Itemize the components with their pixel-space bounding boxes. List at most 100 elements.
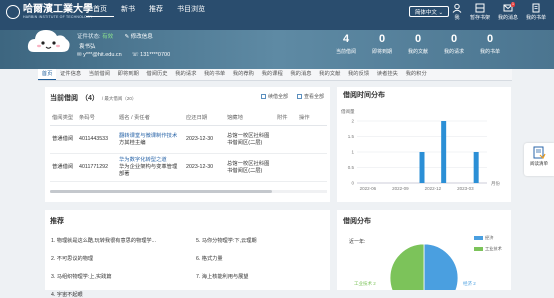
list-item[interactable]: 7. 海上核能利用与展望: [196, 273, 248, 280]
y-tick-label: 0: [351, 181, 354, 186]
book-title-link[interactable]: 翻转课堂与微课制作技术: [119, 133, 182, 140]
view-all-button[interactable]: 查看全部: [296, 93, 324, 100]
time-dist-title: 借阅时间分布: [343, 92, 385, 99]
nav-browse[interactable]: 书目浏览: [170, 5, 212, 17]
bookshelf-label: 暂存书架: [469, 15, 490, 21]
stat-label: 我的请求: [443, 49, 464, 55]
messages-button[interactable]: 1 我的消息: [498, 2, 518, 21]
y-tick-label: 1.5: [348, 134, 355, 139]
tab-history[interactable]: 借阅历史: [143, 69, 172, 80]
table-row: 普通借阅 4011443533 翻转课堂与微课制作技术 方其桂主编 2023-12…: [50, 125, 327, 154]
tab-certificate[interactable]: 证件信息: [56, 69, 85, 80]
cell-due: 2023-12-30: [184, 153, 225, 182]
renew-all-button[interactable]: 续借全部: [260, 93, 288, 100]
view-all-label: 查看全部: [303, 94, 324, 100]
loans-count: （4）: [81, 95, 99, 102]
cell-type: 普通借阅: [50, 125, 77, 154]
tab-due-soon[interactable]: 即将到期: [114, 69, 143, 80]
cell-actions: [297, 153, 327, 182]
stat-my-requests[interactable]: 0 我的请求: [436, 33, 472, 55]
renew-icon: [260, 94, 266, 99]
university-logo[interactable]: 哈爾濱工業大學 HARBIN INSTITUTE OF TECHNOLOGY: [6, 5, 93, 19]
table-scrollbar[interactable]: [50, 190, 327, 193]
reading-list-icon: [533, 146, 546, 160]
recommend-title: 推荐: [50, 218, 64, 225]
table-row: 普通借阅 4011771292 华为数字化转型之道 华为企业架构与变革管理部著 2…: [50, 153, 327, 182]
tab-report-loss[interactable]: 读者挂失: [373, 69, 402, 80]
bar: [473, 152, 479, 183]
view-icon: [296, 94, 302, 99]
stat-label: 当前借阅: [335, 49, 356, 55]
university-seal-icon: [6, 5, 20, 19]
y-tick-label: 2: [351, 119, 354, 124]
tab-points[interactable]: 我的积分: [402, 69, 431, 80]
col-barcode: 条码号: [77, 109, 117, 126]
cell-location: 总馆一校区社科图书借阅区(二层): [225, 125, 275, 154]
loan-actions: 续借全部 查看全部: [260, 93, 324, 100]
x-tick-label: 2022-06: [360, 186, 377, 191]
stat-my-documents[interactable]: 0 我的文献: [400, 33, 436, 55]
tab-booklists[interactable]: 我的书单: [200, 69, 229, 80]
cell-barcode: 4011443533: [77, 125, 117, 154]
loans-header: 当前借阅 （4） / 最大借阅（20）: [50, 93, 136, 103]
stat-value: 0: [378, 33, 386, 45]
list-item[interactable]: 6. 格式力量: [196, 255, 223, 262]
stat-my-booklists[interactable]: 0 我的书单: [472, 33, 508, 55]
nav-recommend[interactable]: 推荐: [142, 5, 170, 17]
list-item[interactable]: 4. 宇宙不起眼: [51, 291, 83, 298]
user-button[interactable]: 我: [452, 3, 462, 21]
language-select[interactable]: 简体中文 ⌄: [409, 6, 449, 17]
logo-text: 哈爾濱工業大學: [23, 4, 93, 15]
top-nav: 首页 新书 推荐 书目浏览: [86, 5, 212, 17]
tab-current-loans[interactable]: 当前借阅: [85, 69, 114, 80]
edit-profile-link[interactable]: ✎ 修改信息: [125, 34, 153, 40]
user-name: 袁书弘: [79, 44, 96, 50]
stat-due-soon[interactable]: 0 即将到期: [364, 33, 400, 55]
user-phone: ☏ 131****0700: [131, 52, 171, 58]
time-distribution-panel: 借阅时间分布 借阅量 0 0.5 1 1.5 2 2022-06 2022-09 2022-12…: [337, 87, 511, 202]
book-title-link[interactable]: 华为数字化转型之道: [119, 157, 182, 164]
x-tick-label: 2023-03: [457, 186, 474, 191]
pie-slice-label: 经济 2: [463, 281, 476, 286]
nav-home[interactable]: 首页: [86, 5, 114, 17]
cloud-avatar-icon: [27, 30, 70, 52]
cell-attachment: [275, 125, 297, 154]
cell-type: 普通借阅: [50, 153, 77, 182]
stat-label: 我的文献: [407, 49, 428, 55]
tab-home[interactable]: 首页: [38, 69, 57, 80]
account-tabs: 首页 证件信息 当前借阅 即将到期 借阅历史 我的请求 我的书单 我的荐购 我的…: [38, 69, 512, 81]
pie-slice-label: 工业技术 2: [354, 281, 376, 286]
list-item[interactable]: 3. 马组织物理学:上,实践篇: [51, 273, 112, 280]
tab-courses[interactable]: 我的课程: [258, 69, 287, 80]
booklist-label: 我的书单: [525, 15, 546, 21]
stat-value: 0: [486, 33, 494, 45]
top-bar: 哈爾濱工業大學 HARBIN INSTITUTE OF TECHNOLOGY 首…: [0, 0, 554, 30]
tab-requests[interactable]: 我的请求: [171, 69, 200, 80]
cell-actions: [297, 125, 327, 154]
y-tick-label: 0.5: [348, 165, 355, 170]
tab-documents[interactable]: 我的文献: [315, 69, 344, 80]
x-tick-label: 2022-09: [392, 186, 409, 191]
booklist-icon: [532, 3, 540, 13]
bookshelf-button[interactable]: 暂存书架: [470, 3, 490, 21]
reading-list-widget[interactable]: 阅读清单: [524, 143, 554, 176]
user-label: 我: [454, 15, 460, 21]
stats-row: 4 当前借阅 0 即将到期 0 我的文献 0 我的请求 0 我的书单: [328, 33, 508, 55]
cell-title-author: 翻转课堂与微课制作技术 方其桂主编: [117, 125, 184, 154]
pie-slice: [389, 243, 425, 290]
tab-feedback[interactable]: 我的反馈: [344, 69, 373, 80]
list-item[interactable]: 2. 不可思议的物理: [51, 255, 93, 262]
booklist-button[interactable]: 我的书单: [526, 3, 546, 21]
tab-messages[interactable]: 我的消息: [287, 69, 316, 80]
bookshelf-icon: [475, 3, 485, 13]
stat-current-loans[interactable]: 4 当前借阅: [328, 33, 364, 55]
tab-purchase-suggestions[interactable]: 我的荐购: [229, 69, 258, 80]
cell-barcode: 4011771292: [77, 153, 117, 182]
scrollbar-thumb[interactable]: [50, 190, 272, 193]
y-axis-label: 借阅量: [341, 108, 355, 115]
bar: [441, 121, 447, 183]
list-item[interactable]: 5. 马你分物理学:下,云理期: [196, 237, 257, 244]
list-item[interactable]: 1. 物理就是这么酷,玩转我很有意思的物理学...: [51, 237, 156, 244]
nav-new-books[interactable]: 新书: [114, 5, 142, 17]
loans-table: 借阅类型 条码号 题名 / 责任者 应还日期 馆藏地 附件 操作 普通借阅 40…: [50, 109, 327, 182]
